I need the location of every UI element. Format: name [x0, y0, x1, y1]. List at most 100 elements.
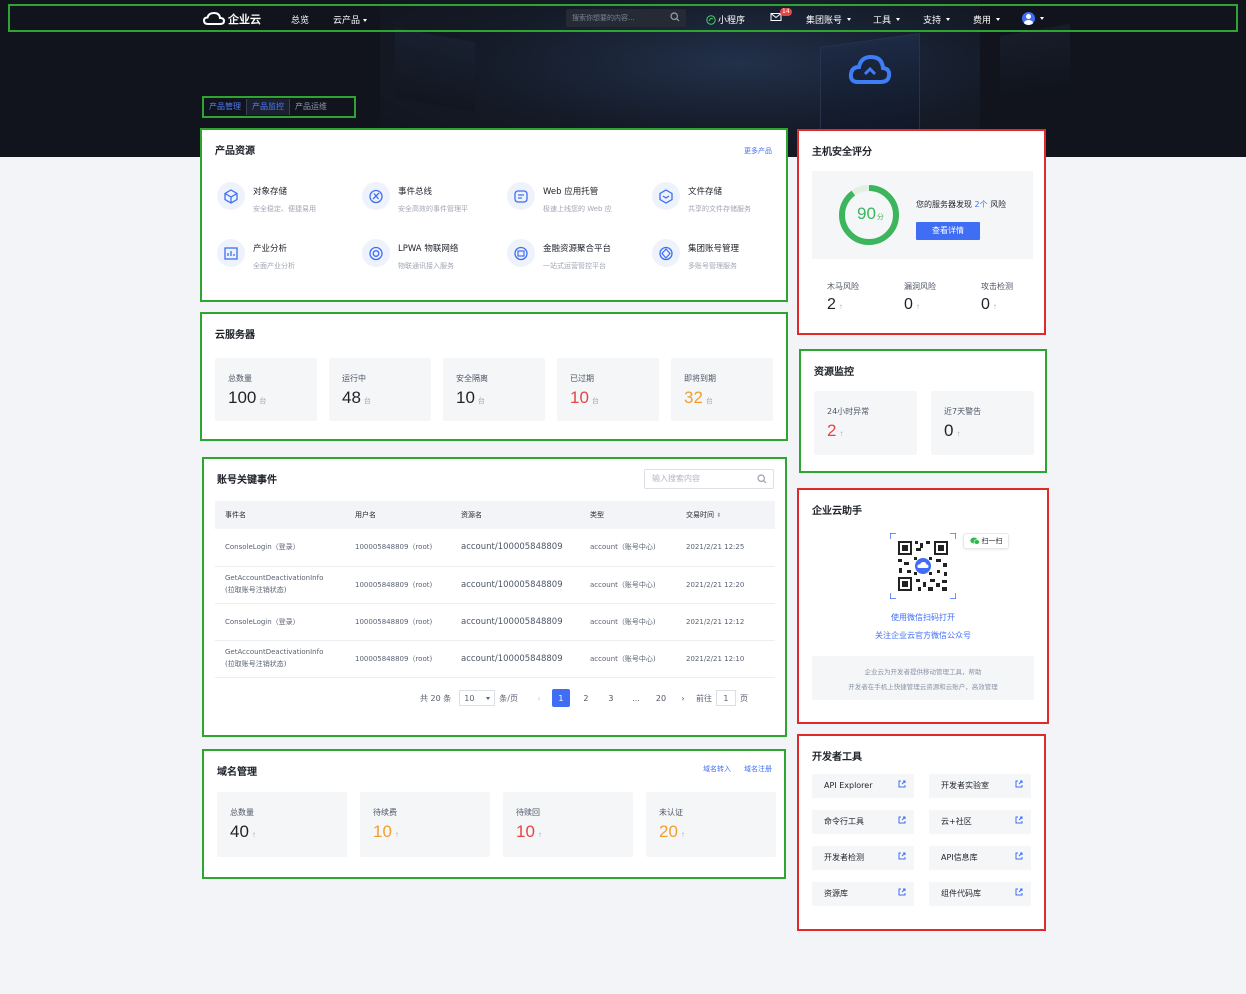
col-time-label: 交易时间: [686, 511, 714, 519]
dev-tool-item[interactable]: API信息库: [929, 846, 1031, 870]
event-name: ConsoleLogin（登录）: [225, 543, 300, 552]
tab-product-operations[interactable]: 产品运维: [290, 99, 332, 115]
stat-value: 10 台: [570, 388, 599, 408]
product-resources-card: 产品资源 更多产品 对象存储 安全稳定、便捷易用 事件总线 安全高效的事件管理平 Web…: [200, 128, 788, 302]
arrow-up-icon: ↑: [838, 302, 843, 311]
assistant-card: 企业云助手 扫一扫 使用微信扫码打开 关注企业云官方微信公众号 企业云为开发者提…: [797, 488, 1049, 724]
stat-number: 0: [944, 421, 954, 440]
dev-tool-item[interactable]: 开发者实验室: [929, 774, 1031, 798]
chevron-down-icon: [363, 19, 368, 22]
event-name-sub: (拉取账号注销状态): [225, 586, 287, 594]
prev-page-icon[interactable]: ‹: [530, 689, 548, 707]
nav-overview[interactable]: 总览: [291, 13, 309, 26]
dev-tool-item[interactable]: 命令行工具: [812, 810, 914, 834]
product-item[interactable]: 事件总线 安全高效的事件管理平: [362, 182, 468, 214]
search-icon[interactable]: [670, 12, 680, 22]
view-details-button[interactable]: 查看详情: [916, 222, 980, 240]
page-button[interactable]: 2: [577, 689, 595, 707]
chevron-down-icon: [847, 18, 852, 21]
page-button[interactable]: 20: [652, 689, 670, 707]
user-menu[interactable]: [1022, 12, 1044, 25]
stat-label: 漏洞风险: [904, 282, 936, 291]
card-title: 主机安全评分: [812, 147, 872, 158]
tab-product-monitoring[interactable]: 产品监控: [246, 99, 290, 115]
table-row[interactable]: ConsoleLogin（登录） 100005848809（root) accoun…: [215, 603, 775, 641]
domain-register-link[interactable]: 域名注册: [744, 764, 772, 774]
stat-number: 10: [456, 388, 475, 407]
product-item[interactable]: 产业分析 全面产业分析: [217, 239, 295, 271]
product-tabs: 产品管理 产品监控 产品运维: [202, 96, 356, 118]
table-row[interactable]: GetAccountDeactivationInfo (拉取账号注销状态) 1000…: [215, 640, 775, 678]
stat-number: 40: [230, 822, 249, 841]
dev-tool-item[interactable]: API Explorer: [812, 774, 914, 798]
nav-tools[interactable]: 工具: [873, 13, 901, 26]
risk-message: 您的服务器发现 2个 风险: [916, 199, 1006, 210]
cell-user: 100005848809（root): [345, 529, 451, 567]
cloud-logo-icon: [848, 52, 892, 91]
chevron-down-icon: [946, 18, 951, 21]
stat-number: 0: [981, 296, 990, 313]
product-item[interactable]: 对象存储 安全稳定、便捷易用: [217, 182, 316, 214]
page-size-select[interactable]: 10: [459, 690, 496, 706]
col-time[interactable]: 交易时间 ⬍: [676, 501, 775, 529]
product-item[interactable]: Web 应用托管 极速上线您的 Web 应: [507, 182, 612, 214]
sort-icon[interactable]: ⬍: [716, 512, 721, 519]
search-icon[interactable]: [757, 474, 767, 484]
support-label: 支持: [923, 16, 942, 26]
analytics-icon: [217, 239, 245, 267]
stat-label: 木马风险: [827, 282, 859, 291]
mail-button[interactable]: 14: [770, 8, 792, 22]
product-name: 集团账号管理: [688, 244, 740, 254]
page-button[interactable]: 1: [551, 689, 570, 707]
page-suffix: 页: [739, 693, 748, 703]
card-title: 企业云助手: [812, 506, 862, 517]
product-item[interactable]: 金融资源聚合平台 一站式运营管控平台: [507, 239, 611, 271]
stat-value: 10 ↑: [516, 822, 542, 842]
page-button[interactable]: ...: [627, 689, 645, 707]
per-page-label: 条/页: [499, 693, 518, 703]
external-link-icon: [1015, 810, 1023, 834]
more-products-link[interactable]: 更多产品: [744, 146, 772, 156]
chevron-down-icon: [996, 18, 1001, 21]
dev-tool-label: 云+社区: [941, 817, 972, 826]
product-item[interactable]: 集团账号管理 多账号管理服务: [652, 239, 739, 271]
external-link-icon: [898, 846, 906, 870]
mini-program-link[interactable]: 小程序: [706, 13, 745, 26]
stat-label: 运行中: [342, 374, 366, 383]
nav-support[interactable]: 支持: [923, 13, 951, 26]
col-event: 事件名: [215, 501, 345, 529]
tab-product-management[interactable]: 产品管理: [204, 99, 246, 115]
stat-number: 48: [342, 388, 361, 407]
dev-tool-item[interactable]: 云+社区: [929, 810, 1031, 834]
dev-tool-item[interactable]: 资源库: [812, 882, 914, 906]
arrow-up-icon: ↑: [251, 830, 256, 839]
nav-billing[interactable]: 费用: [973, 13, 1001, 26]
table-row[interactable]: ConsoleLogin（登录） 100005848809（root) accoun…: [215, 529, 775, 567]
cell-event: GetAccountDeactivationInfo (拉取账号注销状态): [215, 640, 345, 678]
product-item[interactable]: LPWA 物联网络 物联通讯接入服务: [362, 239, 458, 271]
brand-logo[interactable]: 企业云: [203, 11, 261, 27]
dev-tool-item[interactable]: 组件代码库: [929, 882, 1031, 906]
nav-products[interactable]: 云产品: [333, 13, 368, 26]
dev-tool-label: 开发者检测: [824, 853, 864, 862]
page-button[interactable]: 3: [602, 689, 620, 707]
nav-group-account[interactable]: 集团账号: [806, 13, 852, 26]
stat-unit: 台: [705, 398, 713, 405]
product-name: 事件总线: [398, 187, 433, 197]
table-row[interactable]: GetAccountDeactivationInfo (拉取账号注销状态) 1000…: [215, 566, 775, 604]
goto-page-input[interactable]: 1: [715, 690, 736, 706]
chevron-down-icon: [486, 696, 491, 700]
domain-management-card: 域名管理 域名转入 域名注册 总数量 40 ↑ 待续费 10 ↑ 待赎回 10 ↑ 未认证 20 ↑: [202, 749, 786, 879]
product-item[interactable]: 文件存储 共享的文件存储服务: [652, 182, 751, 214]
server-stat: 总数量 100 台: [215, 358, 317, 421]
event-search-input[interactable]: 输入搜索内容: [644, 469, 774, 489]
security-score-panel: 90分 您的服务器发现 2个 风险 查看详情: [812, 171, 1033, 259]
cell-resource: account/100005848809: [451, 566, 580, 604]
pagination: 共 20 条 10 条/页 ‹ 1 2 3... 20 › 前往 1 页: [420, 689, 748, 707]
dev-tool-item[interactable]: 开发者检测: [812, 846, 914, 870]
external-link-icon: [898, 810, 906, 834]
next-page-icon[interactable]: ›: [674, 689, 692, 707]
domain-transfer-link[interactable]: 域名转入: [703, 764, 731, 774]
brand-name: 企业云: [228, 13, 261, 26]
global-search-input[interactable]: 搜索你想要的内容...: [566, 9, 686, 27]
